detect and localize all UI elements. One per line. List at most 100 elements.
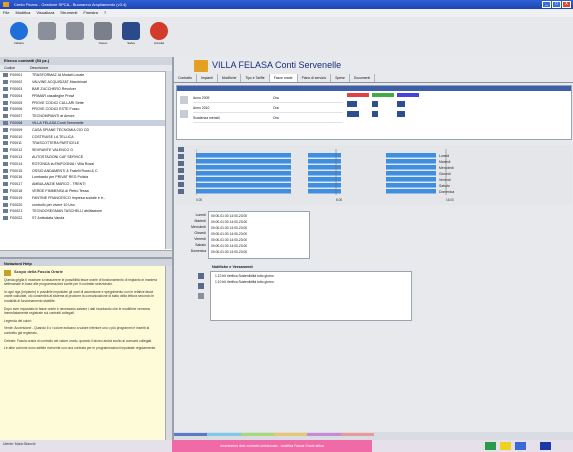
status-bar: Utente: Mario Bianchi Inserimento dati: … <box>0 440 573 452</box>
horizontal-scrollbar[interactable] <box>0 250 172 257</box>
chart-row-icon[interactable] <box>178 189 184 194</box>
schedule-row[interactable]: 00:00-01:30 14:00-23:00 <box>211 238 247 242</box>
document-icon <box>94 22 112 40</box>
contract-row[interactable]: F00014 ROTONDA la ENIFOGNIA / Villa Rosal <box>0 160 172 167</box>
add-row-icon[interactable] <box>180 96 188 104</box>
contract-row[interactable]: F00010 COSTRUISE LA TELLICA <box>0 133 172 140</box>
contract-row[interactable]: F00018 VERDE FIMMENSA di Pietro Tessa <box>0 188 172 195</box>
contract-row[interactable]: F00002 VALVINE ACQUISIZAT Macchinari <box>0 79 172 86</box>
contract-code: F00013 <box>10 154 23 159</box>
chart-row-icon[interactable] <box>178 175 184 180</box>
contract-row[interactable]: F00011 TRASCOTTERA PARTICELE <box>0 140 172 147</box>
help-scrollbar[interactable] <box>165 266 172 440</box>
schedule-row[interactable]: 00:00-01:30 14:00-23:00 <box>211 244 247 248</box>
contract-row[interactable]: F00019 FANTINE FRANCESCO Impresa sociale … <box>0 194 172 201</box>
menu-item[interactable]: Strumenti <box>60 9 77 17</box>
contract-row[interactable]: F00020 controllo per vivere 10 Uso <box>0 201 172 208</box>
contract-row[interactable]: F00008 VILLA FELASA Conti Servenelle <box>0 119 172 127</box>
tab[interactable]: Impianti <box>197 74 218 82</box>
contract-row[interactable]: F00015 OSSIO ANDAMENTI & Fratelli Rossi &… <box>0 167 172 174</box>
toolbar-button[interactable]: Salva <box>118 20 144 54</box>
minimize-button[interactable]: _ <box>542 1 551 8</box>
menu-item[interactable]: Modifica <box>15 9 30 17</box>
contract-code: F00020 <box>10 202 23 207</box>
contract-row[interactable]: F00022 ST Anticalata Vanda <box>0 215 172 222</box>
contract-row[interactable]: F00004 PRIMAR casalinghe Prowl <box>0 92 172 99</box>
contract-row[interactable]: F00017 AMBULANZIE MARCO - TRENTI <box>0 181 172 188</box>
tab[interactable]: Spese <box>331 74 350 82</box>
menu-item[interactable]: Finestra <box>83 9 97 17</box>
contract-row[interactable]: F00016 Lombardo per PRIVAT REG Polizia <box>0 174 172 181</box>
chart-row-icon[interactable] <box>178 154 184 159</box>
contract-code: F00017 <box>10 182 23 187</box>
contract-row[interactable]: F00021 TECNOOSEGMAN TASCHELLI abilitazion… <box>0 208 172 215</box>
menu-item[interactable]: Visualizza <box>36 9 54 17</box>
contract-name: PROVE CODICI CULLARI Sette <box>32 100 84 105</box>
toolbar-button[interactable] <box>62 20 88 54</box>
menu-item[interactable]: ? <box>104 9 106 17</box>
toolbar-button[interactable] <box>34 20 60 54</box>
help-paragraph: In ogni riga (Impianto) è possibile impo… <box>4 289 154 303</box>
contract-icon <box>3 216 8 221</box>
column-header-description[interactable]: Descrizione <box>26 65 48 71</box>
notifications-header: Notifiche e Versamenti <box>212 265 253 269</box>
contract-icon <box>3 80 8 85</box>
contract-row[interactable]: F00009 CASA SPIANE TECNOMIA CIO CD <box>0 126 172 133</box>
contract-name: ST Anticalata Vanda <box>32 216 65 221</box>
schedule-row[interactable]: 00:00-01:30 14:00-23:00 <box>211 250 247 254</box>
maximize-button[interactable]: □ <box>552 1 561 8</box>
chart-row-icon[interactable] <box>178 147 184 152</box>
settings-row[interactable]: Scadenza mensili Ora <box>193 113 343 123</box>
contract-name: controllo per vivere 10 Uso <box>32 202 75 207</box>
tab[interactable]: Piano di servizio <box>298 74 332 82</box>
toolbar-button[interactable]: Indietro <box>6 20 32 54</box>
contract-row[interactable]: F00006 PROVE CODICI ESTE Fosso <box>0 106 172 113</box>
toolbar-button[interactable]: Annulla <box>146 20 172 54</box>
chart-row-icon[interactable] <box>178 161 184 166</box>
notifications-panel: Notifiche e Versamenti 1.10 bit Verifica… <box>176 263 572 323</box>
tab[interactable]: Contratto <box>174 74 197 82</box>
contract-row[interactable]: F00003 BAR ZUCCHERO Revolver <box>0 86 172 93</box>
notification-item[interactable]: 1.10 bit Verifica Sostenibilità tutto gi… <box>215 280 274 284</box>
settings-row-value: Ora <box>273 95 279 100</box>
settings-row[interactable]: Anno 2010 Ora <box>193 103 343 113</box>
close-button[interactable]: X <box>562 1 571 8</box>
contract-name: AUTOSTAZIONI CAF SERVICE <box>32 154 84 159</box>
tab[interactable]: Documenti <box>350 74 376 82</box>
swatch-dark-1 <box>347 101 357 107</box>
column-header-code[interactable]: Codice <box>0 65 26 71</box>
settings-row[interactable]: Anno 2009 Ora <box>193 93 343 103</box>
contract-list-scrollbar[interactable] <box>165 71 172 249</box>
contract-code: F00012 <box>10 148 23 153</box>
schedule-row[interactable]: 00:00-01:30 14:00-23:00 <box>211 220 247 224</box>
schedule-row[interactable]: 00:00-01:30 14:00-23:00 <box>211 232 247 236</box>
contract-row[interactable]: F00013 AUTOSTAZIONI CAF SERVICE <box>0 154 172 161</box>
toolbar-button-label: Indietro <box>13 41 24 45</box>
tab[interactable]: Modifiche <box>218 74 242 82</box>
contract-name: ROTONDA la ENIFOGNIA / Villa Rosal <box>32 161 94 166</box>
schedule-row[interactable]: 00:00-01:30 14:00-23:00 <box>211 226 247 230</box>
help-paragraph: Le altre colonne sono adibite ricevente … <box>4 346 157 351</box>
toolbar-button[interactable]: Nuovo <box>90 20 116 54</box>
help-paragraph: Dopo aver impostato le fasce orarie è ne… <box>4 306 151 316</box>
schedule-row[interactable]: 00:00-01:30 14:00-23:00 <box>211 214 247 218</box>
time-band <box>386 177 436 182</box>
contract-row[interactable]: F00007 TECNOMPIANTI at Amore <box>0 113 172 120</box>
menu-item[interactable]: File <box>3 9 9 17</box>
contract-row[interactable]: F00012 SEVRANTE VALENCO G <box>0 147 172 154</box>
time-band-svg: Lunedì Martedì Mercoledì Giovedì Venerdì Saba… <box>196 149 454 202</box>
contract-row[interactable]: F00001 TRASFORMAZ.IA Modali Locale <box>0 72 172 79</box>
tab[interactable]: Fasce orarie <box>269 74 298 82</box>
tab[interactable]: Tipo e Tariffe <box>241 74 270 82</box>
contract-name: PRIMAR casalinghe Prowl <box>32 93 75 98</box>
contract-icon <box>3 202 8 207</box>
notification-item[interactable]: 1.10 bit Verifica Sostenibilità tutto gi… <box>215 274 274 278</box>
help-paragraph: Questa griglia ti mostrare a riassumere … <box>4 277 158 287</box>
chart-row-icon[interactable] <box>178 182 184 187</box>
edit-row-icon[interactable] <box>180 110 188 118</box>
chart-row-icon[interactable] <box>178 168 184 173</box>
check-icon[interactable] <box>198 293 204 299</box>
contract-row[interactable]: F00005 PROVE CODICI CULLARI Sette <box>0 99 172 106</box>
chart-tick-label: 8.00 <box>336 198 342 202</box>
color-strip-segment <box>240 433 274 436</box>
